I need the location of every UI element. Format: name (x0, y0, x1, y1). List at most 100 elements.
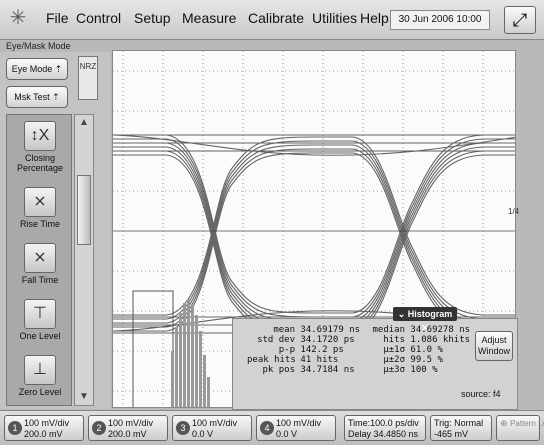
tool-closing-percentage[interactable]: ↕X Closing Percentage (11, 121, 69, 183)
toolbar-scrollbar[interactable]: ▲ ▼ (74, 114, 94, 406)
pattern-lock-label: Pattern Lock (510, 419, 544, 428)
tool-fall-time[interactable]: ⨯ Fall Time (11, 243, 69, 305)
stat-row: hits 1.086 khits (365, 335, 481, 345)
stat-label: pk pos (262, 365, 295, 375)
channel-number: 1 (8, 421, 22, 435)
mask-test-label: Msk Test (14, 92, 50, 102)
menu-control[interactable]: Control (76, 10, 121, 26)
menu-measure[interactable]: Measure (182, 10, 236, 26)
stat-label: peak hits (247, 355, 296, 365)
stat-label: p-p (278, 345, 295, 355)
channel-offset: 0.0 V (276, 429, 298, 439)
stat-value: 99.5 % (410, 355, 443, 365)
stat-row: μ±3σ 100 % (365, 365, 481, 375)
channel-number: 4 (260, 421, 274, 435)
trigger-level: -465 mV (434, 429, 469, 439)
stat-row: μ±1σ 61.0 % (365, 345, 481, 355)
zero-level-icon: ⊥ (24, 355, 56, 385)
trigger-button[interactable]: Trig: Normal -465 mV (430, 415, 492, 441)
stat-value: 34.69278 ns (410, 325, 471, 335)
stat-value: 61.0 % (410, 345, 443, 355)
menu-file[interactable]: File (46, 10, 69, 26)
histogram-title-label: Histogram (407, 309, 453, 319)
starburst-icon: ✳ (9, 7, 27, 29)
menu-setup[interactable]: Setup (134, 10, 171, 26)
scroll-down-arrow-icon[interactable]: ▼ (77, 391, 91, 403)
tool-rise-time[interactable]: ⨯ Rise Time (11, 187, 69, 249)
stats-left-column: mean 34.69179 ns std dev 34.1720 ps p-p … (247, 325, 367, 375)
pattern-lock-button[interactable]: ⊕ Pattern Lock (496, 415, 544, 441)
mask-test-button[interactable]: Msk Test ⇡ (6, 86, 68, 108)
pattern-lock-icon: ⊕ (500, 418, 508, 428)
rise-time-icon: ⨯ (24, 187, 56, 217)
eye-mode-label: Eye Mode (11, 64, 53, 74)
tool-label: Closing Percentage (16, 153, 64, 173)
channel-4-button[interactable]: 4 100 mV/div 0.0 V (256, 415, 336, 441)
stat-label: median (372, 325, 405, 335)
scroll-thumb[interactable] (77, 175, 91, 245)
channel-offset: 0.0 V (192, 429, 214, 439)
channel-number: 2 (92, 421, 106, 435)
closing-percentage-icon: ↕X (24, 121, 56, 151)
channel-scale: 100 mV/div (108, 418, 154, 428)
scroll-up-arrow-icon[interactable]: ▲ (77, 117, 91, 129)
stat-row: median 34.69278 ns (365, 325, 481, 335)
channel-offset: 200.0 mV (108, 429, 147, 439)
stat-value: 142.2 ps (300, 345, 344, 355)
tool-zero-level[interactable]: ⊥ Zero Level (11, 355, 69, 405)
adjust-window-button[interactable]: Adjust Window (475, 331, 513, 361)
tool-label: Fall Time (21, 275, 59, 285)
menu-help[interactable]: Help (360, 10, 389, 26)
stat-label: mean (273, 325, 295, 335)
stat-value: 34.7184 ns (300, 365, 355, 375)
date-time-display: 30 Jun 2006 10:00 (390, 10, 490, 30)
channel-scale: 100 mV/div (276, 418, 322, 428)
trigger-mode: Trig: Normal (434, 418, 484, 428)
tool-label: Zero Level (18, 387, 62, 397)
stat-value: 34.69179 ns (300, 325, 361, 335)
timebase-delay: Delay 34.4850 ns (348, 429, 419, 439)
stats-right-column: median 34.69278 ns hits 1.086 khits μ±1σ… (365, 325, 481, 375)
one-level-icon: ⊤ (24, 299, 56, 329)
channel-number: 3 (176, 421, 190, 435)
stat-value: 41 hits (300, 355, 339, 365)
timebase-button[interactable]: Time:100.0 ps/div Delay 34.4850 ns (344, 415, 426, 441)
nrz-label: NRZ (79, 62, 97, 71)
histogram-title[interactable]: ⌄ Histogram ✕ (393, 307, 457, 333)
histogram-panel: ⌄ Histogram ✕ mean 34.69179 ns std dev 3… (232, 307, 518, 410)
menu-bar: ✳ File Control Setup Measure Calibrate U… (0, 0, 544, 40)
stat-label: μ±2σ (383, 355, 405, 365)
eye-mode-button[interactable]: Eye Mode ⇡ (6, 58, 68, 80)
timebase-scale: Time:100.0 ps/div (348, 418, 419, 428)
stat-row: std dev 34.1720 ps (247, 335, 367, 345)
channel-marker: 1/4 (508, 207, 520, 216)
tool-one-level[interactable]: ⊤ One Level (11, 299, 69, 361)
stat-value: 1.086 khits (410, 335, 471, 345)
stat-row: pk pos 34.7184 ns (247, 365, 367, 375)
bottom-status-bar: 1 100 mV/div 200.0 mV 2 100 mV/div 200.0 mV … (0, 410, 544, 445)
histogram-window[interactable] (132, 290, 174, 408)
channel-scale: 100 mV/div (24, 418, 70, 428)
nrz-indicator: NRZ (78, 56, 98, 100)
stat-label: std dev (257, 335, 295, 345)
stat-value: 100 % (410, 365, 438, 375)
channel-3-button[interactable]: 3 100 mV/div 0.0 V (172, 415, 252, 441)
channel-1-button[interactable]: 1 100 mV/div 200.0 mV (4, 415, 84, 441)
resize-window-icon[interactable]: ⤢ (504, 6, 536, 34)
stat-row: μ±2σ 99.5 % (365, 355, 481, 365)
menu-utilities[interactable]: Utilities (312, 10, 357, 26)
stat-label: hits (383, 335, 405, 345)
channel-offset: 200.0 mV (24, 429, 63, 439)
channel-2-button[interactable]: 2 100 mV/div 200.0 mV (88, 415, 168, 441)
stat-label: μ±1σ (383, 345, 405, 355)
menu-calibrate[interactable]: Calibrate (248, 10, 304, 26)
left-panel: Eye Mode ⇡ Msk Test ⇡ NRZ ↕X Closing Per… (0, 52, 110, 409)
stat-label: μ±3σ (383, 365, 405, 375)
tool-label: One Level (19, 331, 61, 341)
fall-time-icon: ⨯ (24, 243, 56, 273)
stat-row: p-p 142.2 ps (247, 345, 367, 355)
tool-label: Rise Time (19, 219, 60, 229)
histogram-source: source: f4 (461, 389, 501, 399)
channel-scale: 100 mV/div (192, 418, 238, 428)
stat-row: mean 34.69179 ns (247, 325, 367, 335)
